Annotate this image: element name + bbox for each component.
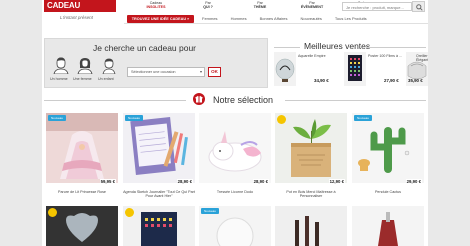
subnav-femmes[interactable]: Femmes	[202, 16, 218, 22]
best-seller-price: 34,90 €	[314, 78, 329, 83]
product-image[interactable]	[275, 206, 347, 246]
product-card[interactable]: Nouveau 59,95 € Parure de Lit Princesse …	[46, 113, 118, 201]
nav-insolites-line2: INSOLITES	[146, 5, 166, 9]
selection-divider-right	[285, 100, 426, 101]
product-name[interactable]: Tressée Licorne Dodo	[199, 190, 271, 194]
subnav-hommes[interactable]: Hommes	[231, 16, 247, 22]
best-seller-item[interactable]: Aquarelle Empire 34,90 €	[274, 52, 344, 86]
occasion-select[interactable]: Sélectionner une occasion ▾	[127, 67, 205, 77]
search-input[interactable]: Je recherche : produit, marque...	[342, 2, 412, 11]
product-price: 12,90 €	[328, 179, 345, 184]
product-price: 28,90 €	[176, 179, 193, 184]
ok-button[interactable]: OK	[208, 67, 221, 77]
best-seller-name[interactable]: Aquarelle Empire	[298, 54, 336, 58]
product-image[interactable]	[46, 113, 118, 183]
child-label[interactable]: Un enfant	[98, 77, 114, 81]
nav-par-qui-line2: QUI ?	[203, 5, 213, 9]
finder-title: Je cherche un cadeau pour	[93, 43, 197, 53]
product-card[interactable]: 12,90 € Pot en Bois Merci Maîtresse à Pe…	[275, 113, 347, 201]
best-seller-price: 27,90 €	[384, 78, 399, 83]
child-avatar-icon[interactable]	[101, 56, 117, 75]
subnav-bonnes-affaires[interactable]: Bonnes Affaires	[260, 16, 288, 22]
find-idea-button[interactable]: TROUVEZ UNE IDÉE CADEAU »	[127, 15, 194, 23]
product-card[interactable]	[352, 206, 424, 246]
product-image[interactable]	[352, 113, 424, 183]
product-price: 29,90 €	[405, 179, 422, 184]
product-image[interactable]	[199, 113, 271, 183]
best-sellers-divider-left	[274, 47, 300, 48]
nav-insolites[interactable]: Cadeau INSOLITES	[130, 0, 182, 12]
chevron-down-icon: ▾	[199, 69, 202, 74]
product-name[interactable]: Agenda Sketch Journalier "Tout Ce Qui Pa…	[123, 190, 195, 199]
product-card[interactable]: Nouveau	[199, 206, 271, 246]
best-seller-name[interactable]: Poster 100 Films à ...	[368, 54, 406, 58]
best-sellers-title: Meilleures ventes	[304, 41, 371, 51]
selection-divider-left	[44, 100, 186, 101]
best-seller-image[interactable]	[344, 52, 366, 86]
best-seller-price: 35,90 €	[408, 78, 423, 83]
sub-navigation: Femmes Hommes Bonnes Affaires Nouveautés…	[202, 16, 380, 22]
nav-par-theme[interactable]: Par THÈME	[234, 0, 286, 12]
product-card[interactable]	[46, 206, 118, 246]
logo[interactable]: CADEAU MAESTRO!	[44, 0, 116, 22]
product-card[interactable]: 28,90 € Tressée Licorne Dodo	[199, 113, 271, 201]
nav-par-evenement-line2: ÉVÈNEMENT	[300, 5, 324, 9]
occasion-select-value: Sélectionner une occasion	[131, 70, 176, 74]
product-name[interactable]: Parure de Lit Princesse Rose	[46, 190, 118, 194]
product-card[interactable]	[123, 206, 195, 246]
search-button[interactable]	[412, 1, 425, 12]
product-price: 59,95 €	[99, 179, 116, 184]
woman-avatar-icon[interactable]	[77, 56, 93, 75]
best-sellers-divider-right	[366, 47, 426, 48]
page: CADEAU MAESTRO! L'instant présent Cadeau…	[42, 0, 428, 246]
tagline: L'instant présent	[60, 15, 93, 20]
subnav-tous-produits[interactable]: Tous Les Produits	[335, 16, 367, 22]
product-card[interactable]: Nouveau 29,90 € Pendule Cactus	[352, 113, 424, 201]
man-label[interactable]: Un homme	[50, 77, 68, 81]
new-badge: Nouveau	[201, 208, 219, 214]
gift-finder: Je cherche un cadeau pour Un homme Une f…	[44, 38, 268, 88]
star-badge	[277, 115, 286, 124]
selection-title: Notre sélection	[213, 95, 274, 105]
product-price: 28,90 €	[252, 179, 269, 184]
product-card[interactable]	[275, 206, 347, 246]
best-seller-item[interactable]: Oreiller Élégant 35,90 €	[406, 52, 428, 86]
product-image[interactable]	[275, 113, 347, 183]
subnav-nouveautes[interactable]: Nouveautés	[301, 16, 322, 22]
best-seller-image[interactable]	[274, 52, 296, 86]
search-icon	[416, 4, 423, 11]
star-badge	[48, 208, 57, 217]
product-name[interactable]: Pot en Bois Merci Maîtresse à Personnali…	[275, 190, 347, 199]
gift-icon	[193, 93, 205, 105]
nav-par-evenement[interactable]: Par ÉVÈNEMENT	[286, 0, 338, 12]
star-badge	[125, 208, 134, 217]
product-card[interactable]: Nouveau 28,90 € Agenda Sketch Journalier…	[123, 113, 195, 201]
nav-par-qui[interactable]: Par QUI ?	[182, 0, 234, 12]
header: CADEAU MAESTRO! L'instant présent Cadeau…	[42, 0, 428, 30]
new-badge: Nouveau	[354, 115, 372, 121]
nav-par-theme-line2: THÈME	[253, 5, 267, 9]
best-seller-name[interactable]: Oreiller Élégant	[416, 54, 428, 62]
product-image[interactable]	[352, 206, 424, 246]
new-badge: Nouveau	[125, 115, 143, 121]
best-seller-item[interactable]: Poster 100 Films à ... 27,90 €	[344, 52, 414, 86]
new-badge: Nouveau	[48, 115, 66, 121]
product-image[interactable]	[123, 113, 195, 183]
product-name[interactable]: Pendule Cactus	[352, 190, 424, 194]
woman-label[interactable]: Une femme	[73, 77, 92, 81]
man-avatar-icon[interactable]	[53, 56, 69, 75]
